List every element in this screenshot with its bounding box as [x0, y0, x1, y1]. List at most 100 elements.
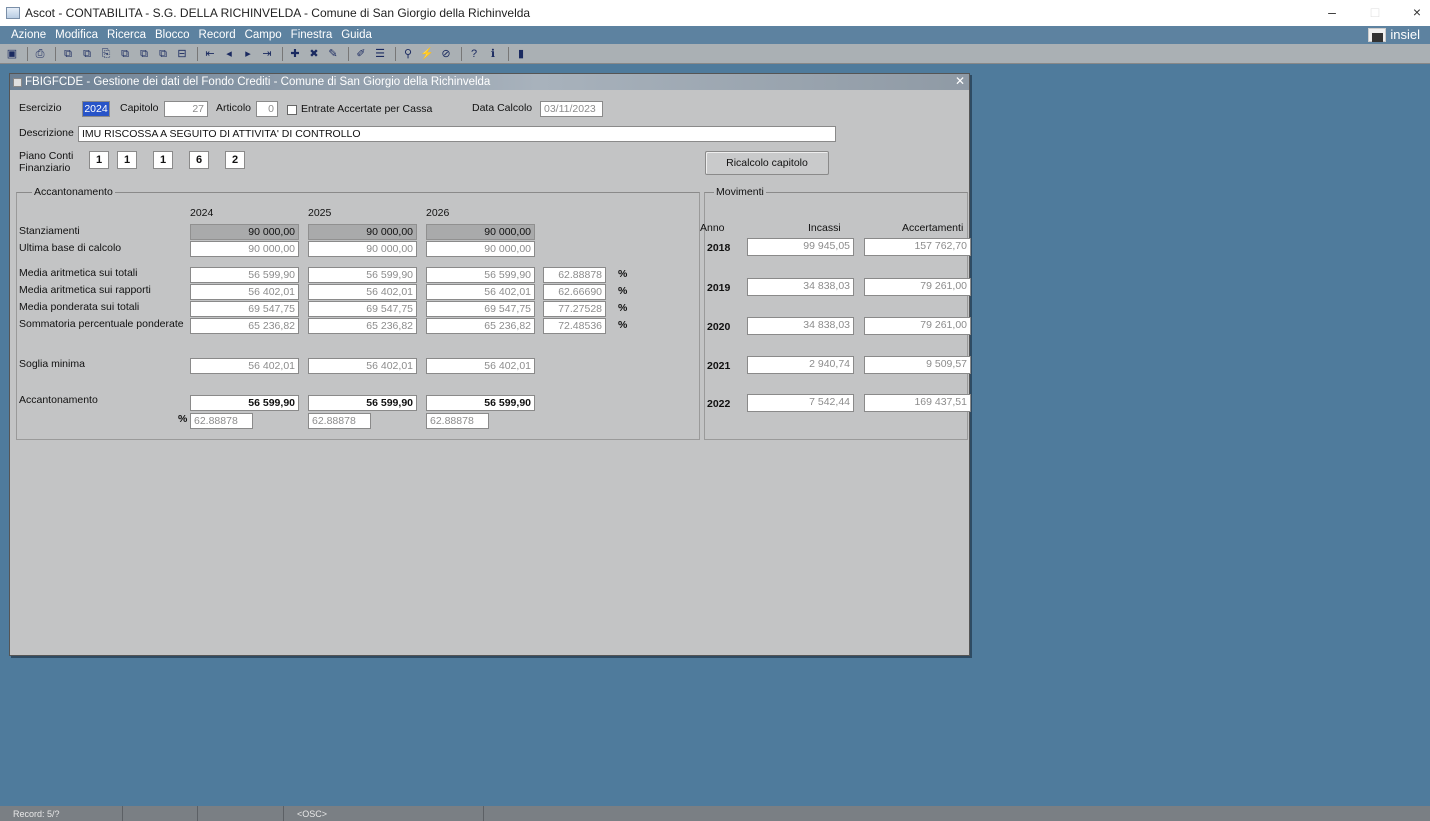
menu-record[interactable]: Record — [199, 29, 236, 41]
media-ponderata-label: Media ponderata sui totali — [19, 301, 140, 313]
entrate-accertate-checkbox[interactable] — [287, 105, 297, 115]
form-close-icon[interactable]: ✕ — [955, 74, 965, 88]
ricalcolo-capitolo-button[interactable]: Ricalcolo capitolo — [705, 151, 829, 175]
movimento-incassi[interactable]: 7 542,44 — [747, 394, 854, 412]
accantonamento-2026[interactable]: 56 599,90 — [426, 395, 535, 411]
piano-conti-level-4[interactable]: 6 — [189, 151, 209, 169]
info-icon[interactable]: ℹ — [485, 46, 501, 62]
duplicate-record-icon[interactable]: ⧉ — [136, 46, 152, 62]
ultima-base-2024[interactable]: 90 000,00 — [190, 241, 299, 257]
capitolo-field[interactable]: 27 — [164, 101, 208, 117]
sommatoria-perc[interactable]: 72.48536 — [543, 318, 606, 334]
insert-record-icon[interactable]: ✚ — [287, 46, 303, 62]
next-record-icon[interactable]: ▸ — [240, 46, 256, 62]
soglia-minima-2026[interactable]: 56 402,01 — [426, 358, 535, 374]
prev-record-icon[interactable]: ◂ — [221, 46, 237, 62]
accantonamento-perc-2025[interactable]: 62.88878 — [308, 413, 371, 429]
descrizione-field[interactable]: IMU RISCOSSA A SEGUITO DI ATTIVITA' DI C… — [78, 126, 836, 142]
percent-sign: % — [618, 302, 628, 314]
first-record-icon[interactable]: ⇤ — [202, 46, 218, 62]
movimento-accertamenti[interactable]: 9 509,57 — [864, 356, 971, 374]
media-totali-2025[interactable]: 56 599,90 — [308, 267, 417, 283]
ultima-base-2025[interactable]: 90 000,00 — [308, 241, 417, 257]
media-rapporti-perc[interactable]: 62.66690 — [543, 284, 606, 300]
media-totali-perc[interactable]: 62.88878 — [543, 267, 606, 283]
copy-icon[interactable]: ⧉ — [60, 46, 76, 62]
execute-query-icon[interactable]: ⚡ — [419, 46, 435, 62]
movimento-incassi[interactable]: 99 945,05 — [747, 238, 854, 256]
sommatoria-2026[interactable]: 65 236,82 — [426, 318, 535, 334]
movimento-accertamenti[interactable]: 157 762,70 — [864, 238, 971, 256]
query-icon[interactable]: ⚲ — [400, 46, 416, 62]
menu-campo[interactable]: Campo — [245, 29, 282, 41]
minimize-button[interactable]: – — [1322, 4, 1342, 20]
help-icon[interactable]: ? — [466, 46, 482, 62]
movimento-accertamenti[interactable]: 79 261,00 — [864, 317, 971, 335]
clear-block-icon[interactable]: ⊟ — [174, 46, 190, 62]
menu-azione[interactable]: Azione — [11, 29, 46, 41]
accantonamento-2024[interactable]: 56 599,90 — [190, 395, 299, 411]
edit-icon[interactable]: ✐ — [353, 46, 369, 62]
articolo-field[interactable]: 0 — [256, 101, 278, 117]
sommatoria-2024[interactable]: 65 236,82 — [190, 318, 299, 334]
movimento-anno: 2019 — [707, 282, 731, 294]
copy-field-icon[interactable]: ⧉ — [79, 46, 95, 62]
menu-blocco[interactable]: Blocco — [155, 29, 190, 41]
lock-record-icon[interactable]: ✎ — [325, 46, 341, 62]
delete-record-icon[interactable]: ✖ — [306, 46, 322, 62]
piano-conti-level-3[interactable]: 1 — [153, 151, 173, 169]
list-icon[interactable]: ☰ — [372, 46, 388, 62]
accantonamento-2025[interactable]: 56 599,90 — [308, 395, 417, 411]
paste-icon[interactable]: ⎘ — [98, 46, 114, 62]
media-rapporti-2025[interactable]: 56 402,01 — [308, 284, 417, 300]
print-icon[interactable]: ⎙ — [32, 46, 48, 62]
app-icon — [6, 7, 20, 19]
soglia-minima-2025[interactable]: 56 402,01 — [308, 358, 417, 374]
menu-modifica[interactable]: Modifica — [55, 29, 98, 41]
articolo-label: Articolo — [216, 102, 252, 114]
media-totali-label: Media aritmetica sui totali — [19, 267, 138, 279]
media-ponderata-2026[interactable]: 69 547,75 — [426, 301, 535, 317]
piano-conti-level-5[interactable]: 2 — [225, 151, 245, 169]
piano-conti-level-2[interactable]: 1 — [117, 151, 137, 169]
esercizio-field[interactable]: 2024 — [82, 101, 110, 117]
menu-ricerca[interactable]: Ricerca — [107, 29, 146, 41]
ultima-base-2026[interactable]: 90 000,00 — [426, 241, 535, 257]
movimento-accertamenti[interactable]: 79 261,00 — [864, 278, 971, 296]
close-button[interactable]: × — [1407, 4, 1427, 20]
exit-icon[interactable]: ▮ — [513, 46, 529, 62]
accantonamento-perc-2024[interactable]: 62.88878 — [190, 413, 253, 429]
save-icon[interactable]: ▣ — [4, 46, 20, 62]
toolbar-separator — [508, 46, 509, 61]
media-rapporti-2024[interactable]: 56 402,01 — [190, 284, 299, 300]
duplicate-icon[interactable]: ⧉ — [117, 46, 133, 62]
clear-icon[interactable]: ⧉ — [155, 46, 171, 62]
menu-guida[interactable]: Guida — [341, 29, 372, 41]
soglia-minima-2024[interactable]: 56 402,01 — [190, 358, 299, 374]
toolbar: ▣ ⎙ ⧉ ⧉ ⎘ ⧉ ⧉ ⧉ ⊟ ⇤ ◂ ▸ ⇥ ✚ ✖ ✎ ✐ ☰ ⚲ ⚡ … — [0, 44, 1430, 64]
data-calcolo-label: Data Calcolo — [472, 102, 533, 114]
toolbar-separator — [27, 46, 28, 61]
piano-conti-level-1[interactable]: 1 — [89, 151, 109, 169]
status-segment — [198, 806, 284, 821]
sommatoria-2025[interactable]: 65 236,82 — [308, 318, 417, 334]
media-totali-2026[interactable]: 56 599,90 — [426, 267, 535, 283]
maximize-button[interactable]: □ — [1365, 4, 1385, 20]
media-totali-2024[interactable]: 56 599,90 — [190, 267, 299, 283]
movimento-accertamenti[interactable]: 169 437,51 — [864, 394, 971, 412]
stanziamenti-2026: 90 000,00 — [426, 224, 535, 240]
cancel-query-icon[interactable]: ⊘ — [438, 46, 454, 62]
accantonamento-perc-2026[interactable]: 62.88878 — [426, 413, 489, 429]
media-ponderata-perc[interactable]: 77.27528 — [543, 301, 606, 317]
movimento-incassi[interactable]: 34 838,03 — [747, 317, 854, 335]
media-ponderata-2025[interactable]: 69 547,75 — [308, 301, 417, 317]
stanziamenti-2024: 90 000,00 — [190, 224, 299, 240]
status-segment — [123, 806, 198, 821]
movimento-incassi[interactable]: 34 838,03 — [747, 278, 854, 296]
movimento-incassi[interactable]: 2 940,74 — [747, 356, 854, 374]
media-rapporti-2026[interactable]: 56 402,01 — [426, 284, 535, 300]
data-calcolo-field[interactable]: 03/11/2023 — [540, 101, 603, 117]
menu-finestra[interactable]: Finestra — [291, 29, 333, 41]
last-record-icon[interactable]: ⇥ — [259, 46, 275, 62]
media-ponderata-2024[interactable]: 69 547,75 — [190, 301, 299, 317]
